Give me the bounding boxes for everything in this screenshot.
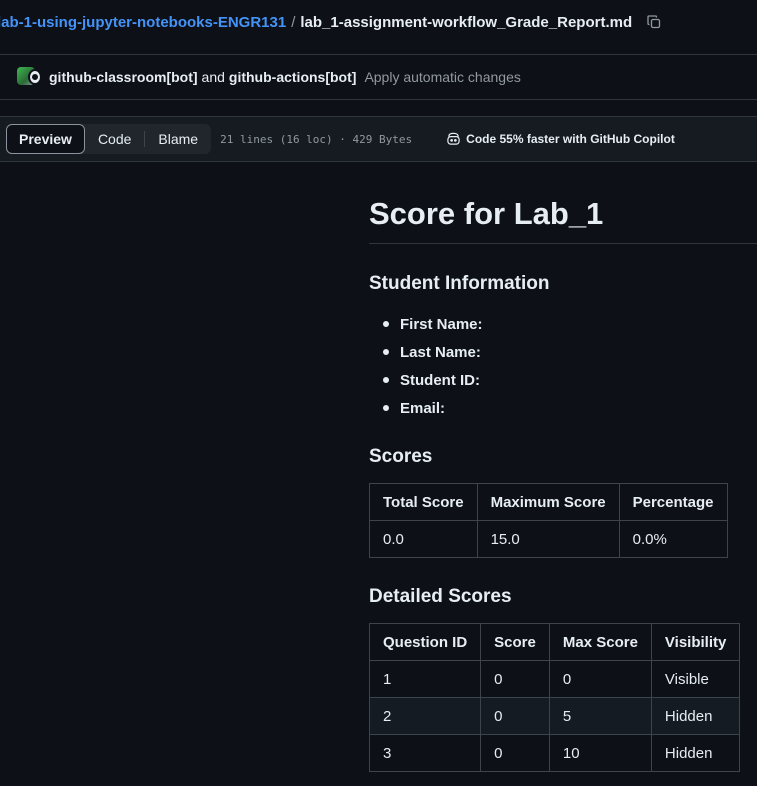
table-cell: 0.0% [618,520,728,558]
repo-link[interactable]: lab-1-using-jupyter-notebooks-ENGR131 [0,14,286,31]
commit-author-actions[interactable]: github-actions[bot] [229,69,357,85]
table-cell: 2 [368,697,482,735]
table-cell: 3 [368,734,482,772]
table-header: Percentage [618,483,728,521]
file-meta: 21 lines (16 loc) · 429 Bytes [220,132,413,146]
table-header: Visibility [650,623,741,661]
student-info-heading: Student Information [369,273,550,294]
breadcrumb-separator: / [291,13,296,31]
table-header: Max Score [548,623,652,661]
preview-button[interactable]: Preview [6,124,85,154]
view-mode-switch: Preview Code Blame [6,124,212,154]
commit-message[interactable]: Apply automatic changes [364,69,520,85]
file-name: lab_1-assignment-workflow_Grade_Report.m… [300,13,633,31]
table-header: Maximum Score [476,483,620,521]
table-cell: Visible [650,660,741,698]
commit-author-classroom[interactable]: github-classroom[bot] [49,69,198,85]
table-cell: 5 [548,697,652,735]
detailed-scores-table: Question ID Score Max Score Visibility 1… [368,623,741,772]
list-item: Student ID: [369,366,483,394]
table-cell: 0 [480,697,550,735]
table-cell: 10 [548,734,652,772]
table-header: Total Score [369,483,478,521]
table-row: 3 0 10 Hidden [368,734,741,772]
table-header: Score [480,623,550,661]
table-row: 1 0 0 Visible [368,660,741,698]
code-button[interactable]: Code [85,124,144,154]
table-header-row: Total Score Maximum Score Percentage [369,483,728,521]
table-cell: 0.0 [369,520,478,558]
avatar[interactable] [17,66,43,88]
table-cell: Hidden [650,697,741,735]
detailed-scores-heading: Detailed Scores [369,586,512,607]
table-cell: 0 [480,734,550,772]
commit-and-text: and [201,69,225,85]
copilot-promo[interactable]: Code 55% faster with GitHub Copilot [446,132,675,146]
copilot-icon [447,132,460,145]
file-toolbar: Preview Code Blame 21 lines (16 loc) · 4… [0,116,757,162]
table-cell: 0 [548,660,652,698]
page-title: Score for Lab_1 [369,162,757,244]
table-cell: 0 [480,660,550,698]
blame-button[interactable]: Blame [145,124,211,154]
student-info-list: First Name: Last Name: Student ID: Email… [369,310,483,422]
breadcrumb: lab-1-using-jupyter-notebooks-ENGR131 / … [0,0,757,44]
table-row: 0.0 15.0 0.0% [369,520,728,558]
table-header: Question ID [368,623,482,661]
table-header-row: Question ID Score Max Score Visibility [368,623,741,661]
table-cell: 1 [368,660,482,698]
latest-commit-bar: github-classroom[bot] and github-actions… [0,54,757,100]
markdown-body: Score for Lab_1 Student Information Firs… [368,162,757,772]
copilot-promo-text: Code 55% faster with GitHub Copilot [466,132,675,146]
list-item: Last Name: [369,338,483,366]
copy-icon[interactable] [646,14,662,30]
list-item: Email: [369,394,483,422]
table-cell: 15.0 [476,520,620,558]
scores-table: Total Score Maximum Score Percentage 0.0… [369,483,728,558]
table-row: 2 0 5 Hidden [368,697,741,735]
list-item: First Name: [369,310,483,338]
scores-heading: Scores [369,446,433,467]
table-cell: Hidden [650,734,741,772]
